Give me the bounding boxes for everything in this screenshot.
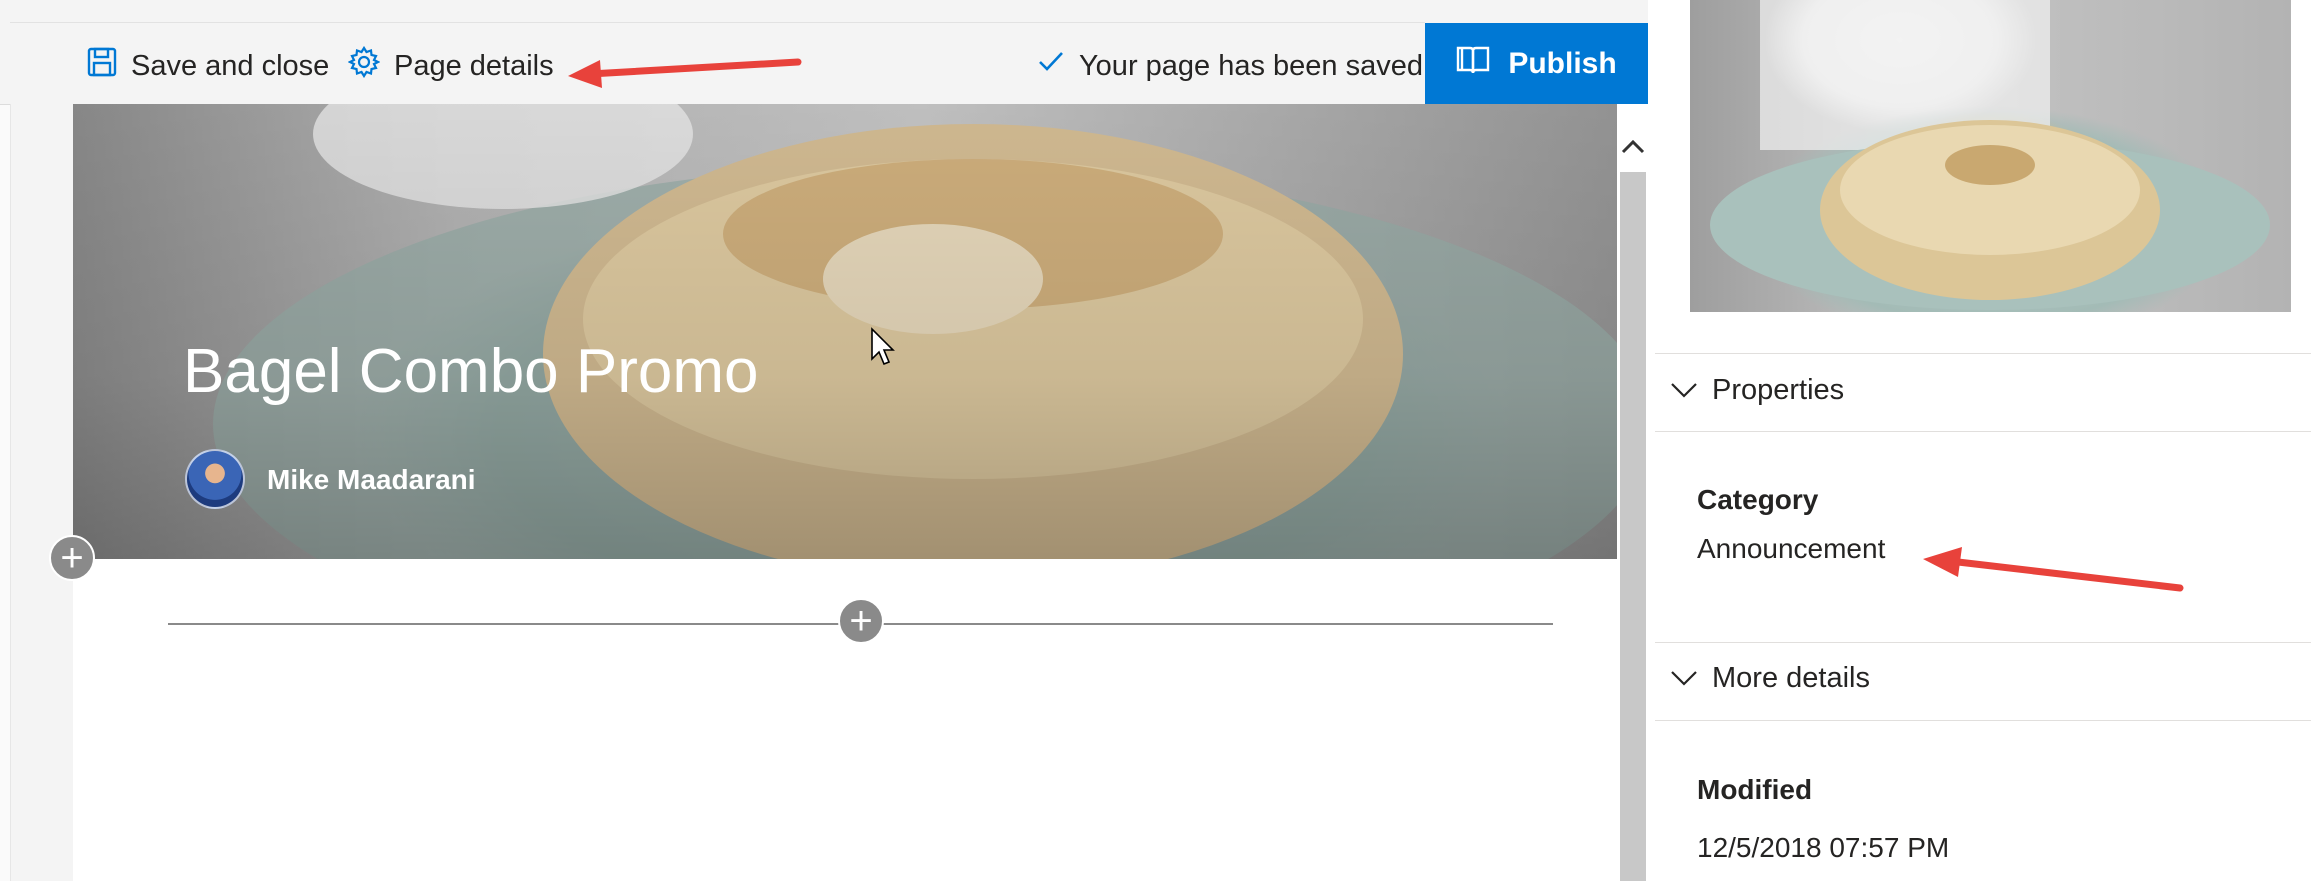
modified-value: 12/5/2018 07:57 PM	[1697, 832, 1950, 863]
left-margin-top	[0, 0, 10, 105]
gear-icon	[347, 45, 381, 86]
add-section-button[interactable]: +	[49, 535, 95, 581]
publish-button[interactable]: Publish	[1425, 23, 1648, 104]
more-details-header-label: More details	[1712, 662, 1870, 694]
page-thumbnail[interactable]	[1690, 0, 2291, 312]
annotation-arrow-page-details	[568, 58, 802, 88]
category-value[interactable]: Announcement	[1697, 533, 1885, 565]
page-details-button[interactable]: Page details	[347, 45, 554, 86]
save-status: Your page has been saved	[1037, 46, 1423, 86]
author-avatar[interactable]	[185, 449, 245, 509]
chevron-up-icon	[1621, 138, 1645, 159]
page-title[interactable]: Bagel Combo Promo	[183, 336, 759, 407]
checkmark-icon	[1037, 48, 1065, 84]
plus-icon: +	[60, 536, 84, 580]
category-label: Category	[1697, 484, 1819, 515]
command-bar-top-line	[10, 22, 1425, 23]
properties-section-toggle[interactable]: Properties	[1670, 374, 1844, 407]
pane-divider	[1655, 720, 2311, 721]
publish-label: Publish	[1508, 46, 1617, 80]
add-webpart-button[interactable]: +	[838, 598, 884, 644]
save-status-text: Your page has been saved	[1079, 49, 1423, 82]
title-region[interactable]: Bagel Combo Promo Mike Maadarani	[73, 104, 1617, 559]
save-icon	[87, 47, 117, 85]
page-details-label: Page details	[394, 49, 554, 82]
pane-divider	[1655, 431, 2311, 432]
scroll-up-button[interactable]	[1617, 128, 1648, 168]
pane-divider	[1655, 642, 2311, 643]
modified-label: Modified	[1697, 774, 1813, 805]
plus-icon: +	[849, 599, 873, 643]
chevron-down-icon	[1670, 662, 1698, 695]
book-icon	[1456, 45, 1490, 83]
mouse-cursor-icon	[871, 327, 895, 366]
save-and-close-label: Save and close	[131, 49, 330, 82]
annotation-arrow-category	[1923, 547, 2184, 592]
scrollbar-thumb[interactable]	[1620, 172, 1646, 881]
left-margin	[0, 0, 11, 881]
chevron-down-icon	[1670, 374, 1698, 407]
save-and-close-button[interactable]: Save and close	[87, 46, 329, 86]
pane-divider	[1655, 353, 2311, 354]
thumbnail-image	[1710, 0, 2270, 310]
more-details-section-toggle[interactable]: More details	[1670, 662, 1870, 695]
author-name[interactable]: Mike Maadarani	[267, 464, 476, 496]
properties-header-label: Properties	[1712, 374, 1845, 406]
